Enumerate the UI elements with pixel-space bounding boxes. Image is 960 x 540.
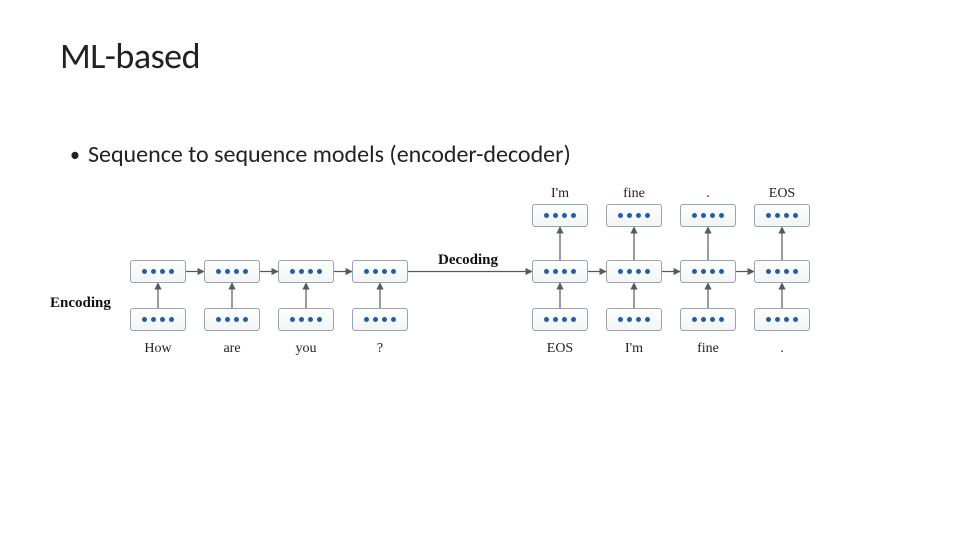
decoder-input-cell (754, 308, 810, 331)
encoding-label: Encoding (50, 295, 111, 312)
decoder-input-token: I'm (625, 341, 643, 357)
decoding-label: Decoding (438, 252, 498, 269)
encoder-hidden-cell (204, 260, 260, 283)
decoder-hidden-cell (606, 260, 662, 283)
bullet-dot-icon: • (70, 145, 80, 165)
decoder-output-token: . (706, 186, 710, 202)
bullet-text: Sequence to sequence models (encoder-dec… (88, 140, 571, 169)
decoder-output-cell (680, 204, 736, 227)
decoder-hidden-cell (754, 260, 810, 283)
decoder-hidden-cell (532, 260, 588, 283)
decoder-hidden-cell (680, 260, 736, 283)
encoder-input-token: you (296, 341, 317, 357)
decoder-output-cell (532, 204, 588, 227)
decoder-output-cell (606, 204, 662, 227)
decoder-input-cell (680, 308, 736, 331)
decoder-input-token: EOS (547, 341, 573, 357)
decoder-output-token: I'm (551, 186, 569, 202)
decoder-input-cell (532, 308, 588, 331)
encoder-input-cell (130, 308, 186, 331)
encoder-input-cell (204, 308, 260, 331)
encoder-input-token: ? (377, 341, 383, 357)
encoder-input-cell (278, 308, 334, 331)
decoder-output-cell (754, 204, 810, 227)
encoder-input-cell (352, 308, 408, 331)
decoder-input-token: . (780, 341, 784, 357)
encoder-hidden-cell (278, 260, 334, 283)
decoder-input-token: fine (697, 341, 719, 357)
encoder-input-token: are (223, 341, 240, 357)
bullet-item: • Sequence to sequence models (encoder-d… (70, 140, 571, 169)
slide-title: ML-based (60, 34, 200, 78)
encoder-hidden-cell (130, 260, 186, 283)
encoder-input-token: How (144, 341, 171, 357)
decoder-output-token: fine (623, 186, 645, 202)
diagram-arrows (108, 190, 848, 390)
decoder-input-cell (606, 308, 662, 331)
decoder-output-token: EOS (769, 186, 795, 202)
seq2seq-diagram: Encoding Decoding Howareyou?EOSI'mI'mfin… (108, 190, 848, 390)
encoder-hidden-cell (352, 260, 408, 283)
